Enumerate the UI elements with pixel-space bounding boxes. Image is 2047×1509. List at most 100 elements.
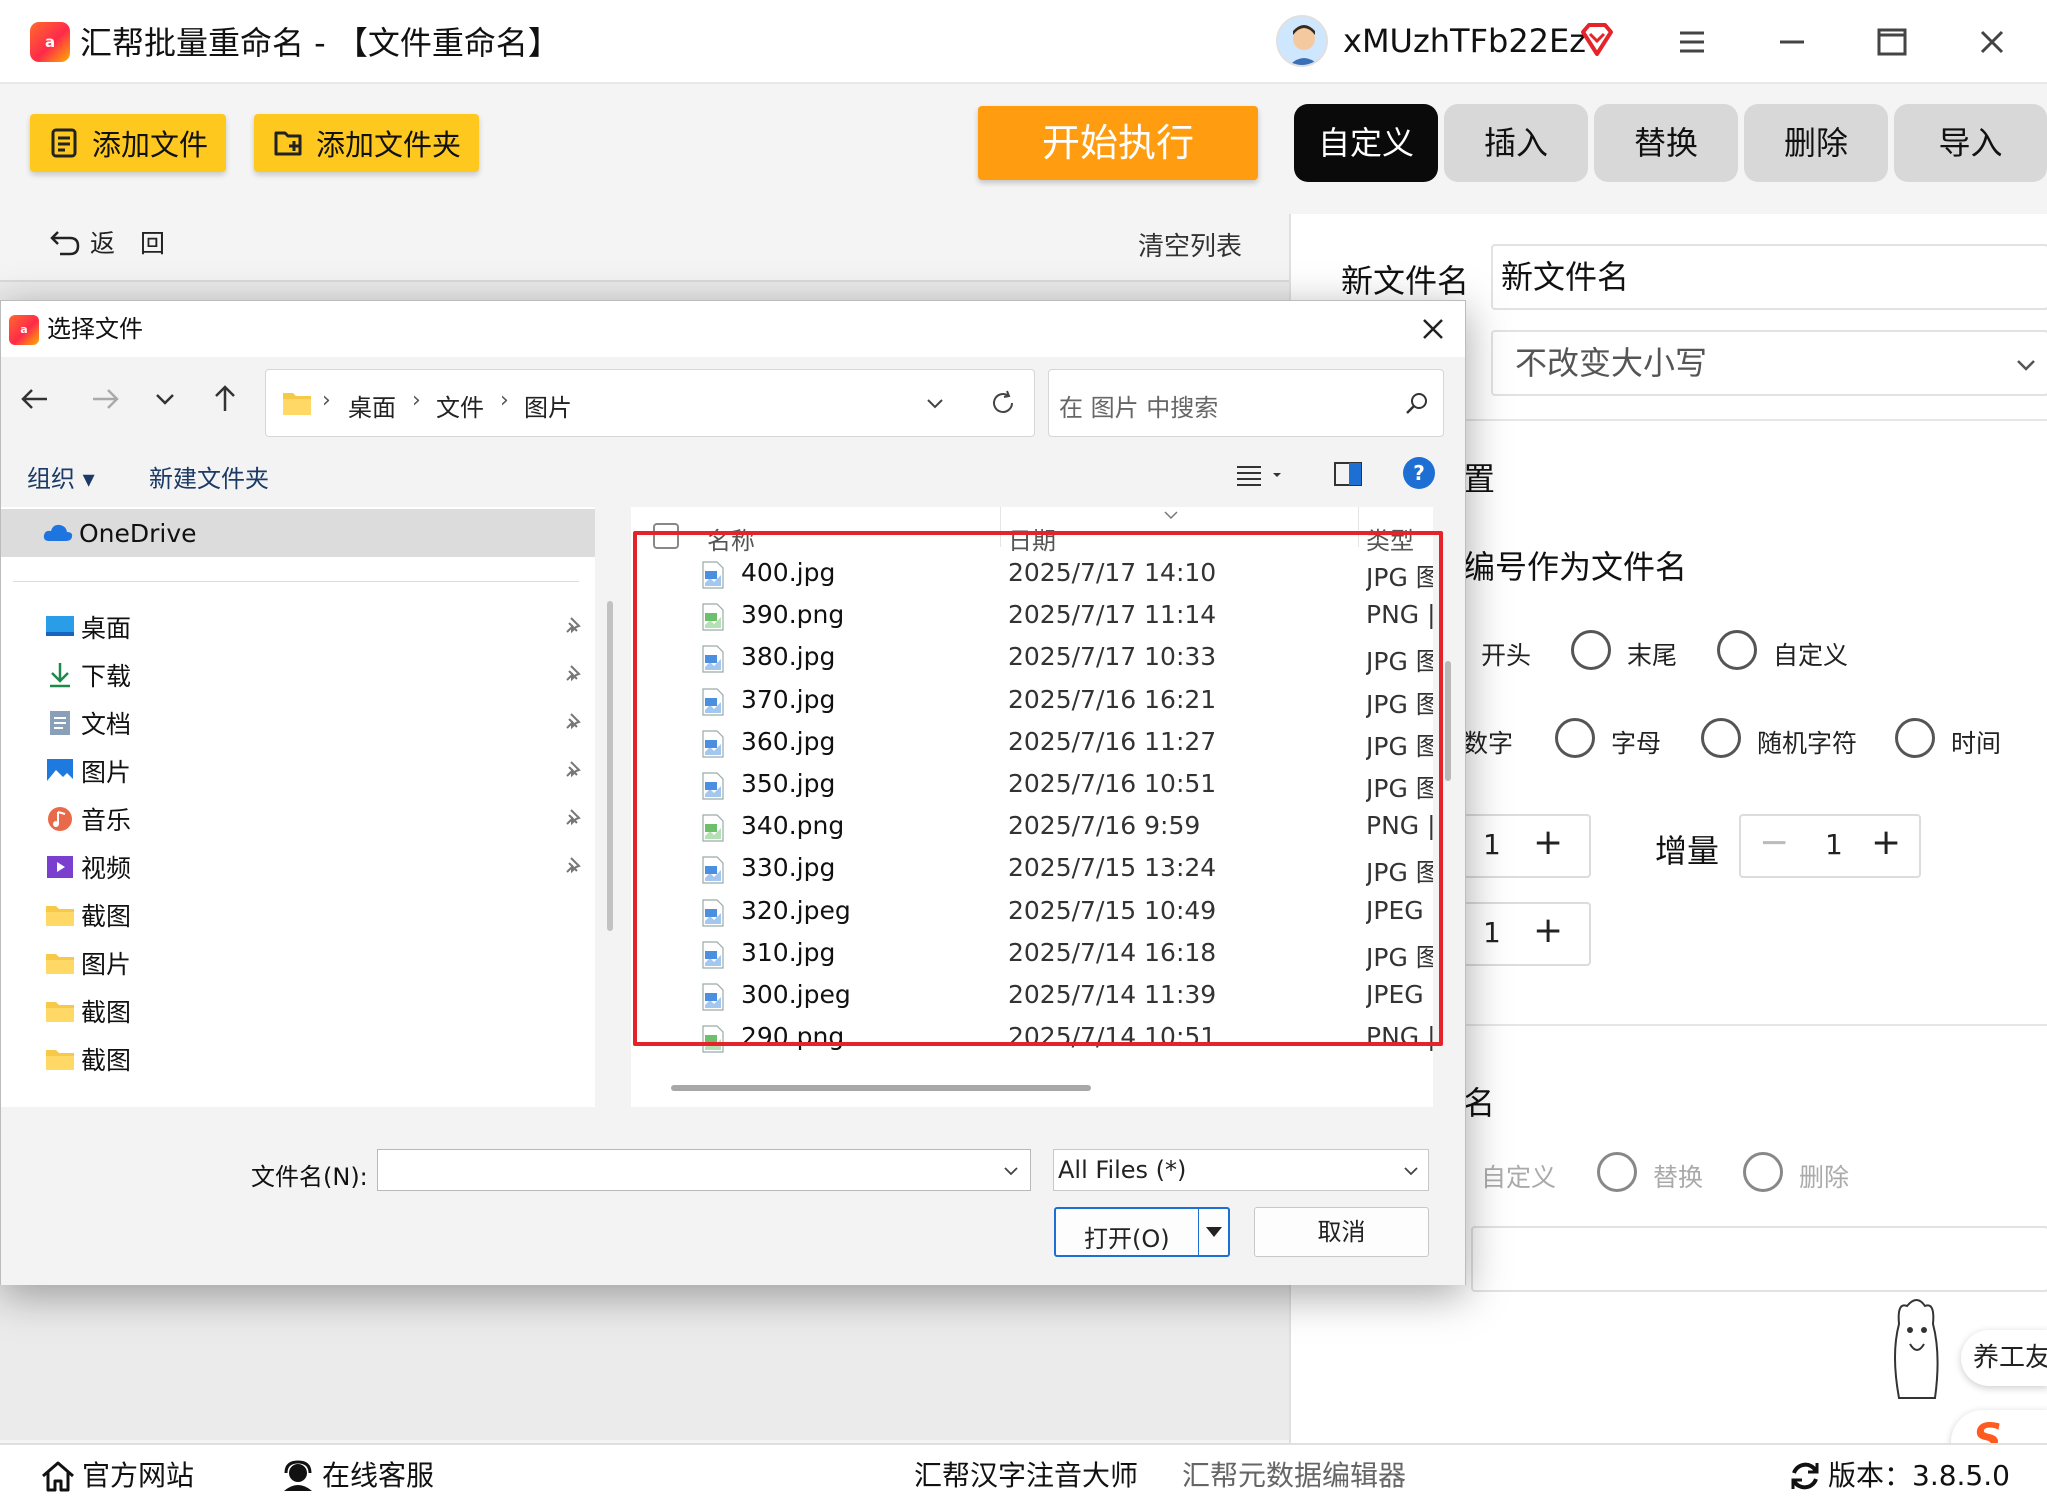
nav-item-downloads[interactable]: 下载 (45, 651, 131, 699)
filename-input[interactable] (377, 1149, 1031, 1191)
nav-scrollbar[interactable] (607, 601, 613, 931)
tab-delete[interactable]: 删除 (1744, 104, 1888, 182)
recent-locations-icon[interactable] (145, 379, 185, 419)
download-icon (50, 663, 70, 688)
refresh-icon[interactable] (1788, 1459, 1822, 1493)
tab-replace[interactable]: 替换 (1594, 104, 1738, 182)
text-input[interactable] (1471, 1226, 2047, 1292)
file-list-scrollbar[interactable] (1445, 661, 1451, 781)
add-files-button[interactable]: 添加文件 (30, 114, 227, 172)
horizontal-scrollbar[interactable] (671, 1085, 1091, 1091)
type-letter-radio[interactable] (1555, 718, 1595, 758)
nav-label: OneDrive (79, 518, 197, 548)
online-service-link[interactable]: 在线客服 (280, 1456, 434, 1496)
video-icon (47, 856, 73, 878)
nav-item-folder[interactable]: 截图 (45, 987, 131, 1035)
filetype-value: All Files (*) (1058, 1156, 1187, 1184)
view-options-icon[interactable] (1233, 459, 1287, 491)
menu-icon[interactable] (1672, 22, 1712, 62)
back-arrow-icon[interactable] (15, 379, 55, 419)
mode-delete-radio[interactable] (1743, 1152, 1783, 1192)
cancel-button[interactable]: 取消 (1254, 1207, 1429, 1257)
search-input[interactable]: 在 图片 中搜索 (1048, 369, 1444, 437)
pinyin-tool-link[interactable]: 汇帮汉字注音大师 (914, 1456, 1138, 1496)
home-icon (42, 1461, 74, 1492)
dialog-close-icon[interactable] (1415, 311, 1451, 347)
add-folder-button[interactable]: 添加文件夹 (254, 114, 480, 172)
plus-icon[interactable]: + (1533, 822, 1563, 863)
pin-icon[interactable] (563, 759, 585, 781)
maximize-icon[interactable] (1872, 22, 1912, 62)
mode-replace-radio[interactable] (1597, 1152, 1637, 1192)
close-icon[interactable] (1972, 22, 2012, 62)
increment-stepper[interactable]: − 1 + (1739, 814, 1921, 878)
breadcrumb-desktop[interactable]: 桌面 (348, 388, 396, 423)
nav-label: 桌面 (81, 614, 132, 643)
pin-icon[interactable] (563, 855, 585, 877)
nav-item-documents[interactable]: 文档 (45, 699, 131, 747)
new-folder-button[interactable]: 新建文件夹 (149, 459, 269, 494)
add-folder-icon (274, 131, 302, 156)
official-site-link[interactable]: 官方网站 (40, 1456, 194, 1496)
dialog-command-bar: 组织 ▾ 新建文件夹 ? (1, 445, 1465, 505)
refresh-icon[interactable] (988, 388, 1018, 418)
nav-item-folder[interactable]: 截图 (45, 1035, 131, 1083)
nav-item-videos[interactable]: 视频 (45, 843, 131, 891)
back-button[interactable]: 返 回 (48, 224, 165, 260)
user-avatar[interactable] (1276, 15, 1328, 67)
app-window: a 汇帮批量重命名 - 【文件重命名】 xMUzhTFb22Ez 添加文件 添加… (0, 0, 2047, 1509)
breadcrumb-pictures[interactable]: 图片 (524, 388, 572, 423)
metadata-tool-link[interactable]: 汇帮元数据编辑器 (1182, 1456, 1406, 1496)
customer-service-icon (284, 1460, 312, 1491)
dropdown-arrow-icon[interactable] (1202, 1221, 1226, 1243)
nav-label: 音乐 (81, 806, 132, 835)
type-random-label: 随机字符 (1757, 729, 1858, 758)
position-end-radio[interactable] (1571, 630, 1611, 670)
organize-menu[interactable]: 组织 ▾ (27, 459, 95, 494)
address-bar[interactable]: › 桌面 › 文件 › 图片 (265, 369, 1035, 437)
search-icon[interactable] (1403, 390, 1431, 418)
nav-item-desktop[interactable]: 桌面 (45, 603, 131, 651)
nav-item-pictures[interactable]: 图片 (45, 747, 131, 795)
chevron-down-icon[interactable] (1000, 1160, 1022, 1182)
plus-icon[interactable]: + (1871, 822, 1901, 863)
filetype-select[interactable]: All Files (*) (1053, 1149, 1429, 1191)
breadcrumb-files[interactable]: 文件 (436, 388, 484, 423)
vip-diamond-icon[interactable] (1577, 20, 1617, 60)
app-logo-icon: a (30, 22, 70, 62)
nav-item-folder[interactable]: 截图 (45, 891, 131, 939)
chevron-down-icon[interactable] (922, 390, 948, 416)
open-button[interactable]: 打开(O) (1054, 1207, 1230, 1257)
pictures-icon (47, 759, 73, 783)
username[interactable]: xMUzhTFb22Ez (1343, 18, 1586, 64)
increment-label: 增量 (1655, 832, 1720, 870)
case-select[interactable]: 不改变大小写 (1491, 330, 2047, 396)
tab-import[interactable]: 导入 (1894, 104, 2047, 182)
digits-stepper[interactable]: 1 + (1463, 902, 1591, 966)
new-name-input[interactable]: 新文件名 (1491, 244, 2047, 310)
tab-custom[interactable]: 自定义 (1294, 104, 1438, 182)
minus-icon[interactable]: − (1759, 822, 1789, 863)
increment-value: 1 (1825, 828, 1843, 861)
pin-icon[interactable] (563, 615, 585, 637)
tab-insert[interactable]: 插入 (1444, 104, 1588, 182)
nav-item-music[interactable]: 音乐 (45, 795, 131, 843)
help-icon[interactable]: ? (1401, 455, 1437, 491)
pin-icon[interactable] (563, 711, 585, 733)
plus-icon[interactable]: + (1533, 910, 1563, 951)
pin-icon[interactable] (563, 807, 585, 829)
minimize-icon[interactable] (1772, 22, 1812, 62)
up-arrow-icon[interactable] (205, 379, 245, 419)
start-button[interactable]: 开始执行 (978, 106, 1258, 180)
nav-item-onedrive[interactable]: OneDrive (43, 509, 197, 557)
nav-item-folder[interactable]: 图片 (45, 939, 131, 987)
pin-icon[interactable] (563, 663, 585, 685)
clear-list-button[interactable]: 清空列表 (1138, 226, 1242, 263)
forward-arrow-icon[interactable] (85, 379, 125, 419)
type-time-radio[interactable] (1895, 718, 1935, 758)
position-custom-radio[interactable] (1717, 630, 1757, 670)
start-value-stepper[interactable]: 1 + (1463, 814, 1591, 878)
type-random-radio[interactable] (1701, 718, 1741, 758)
preview-pane-icon[interactable] (1331, 457, 1365, 491)
mascot-bubble[interactable]: 养工友 (1961, 1330, 2047, 1386)
